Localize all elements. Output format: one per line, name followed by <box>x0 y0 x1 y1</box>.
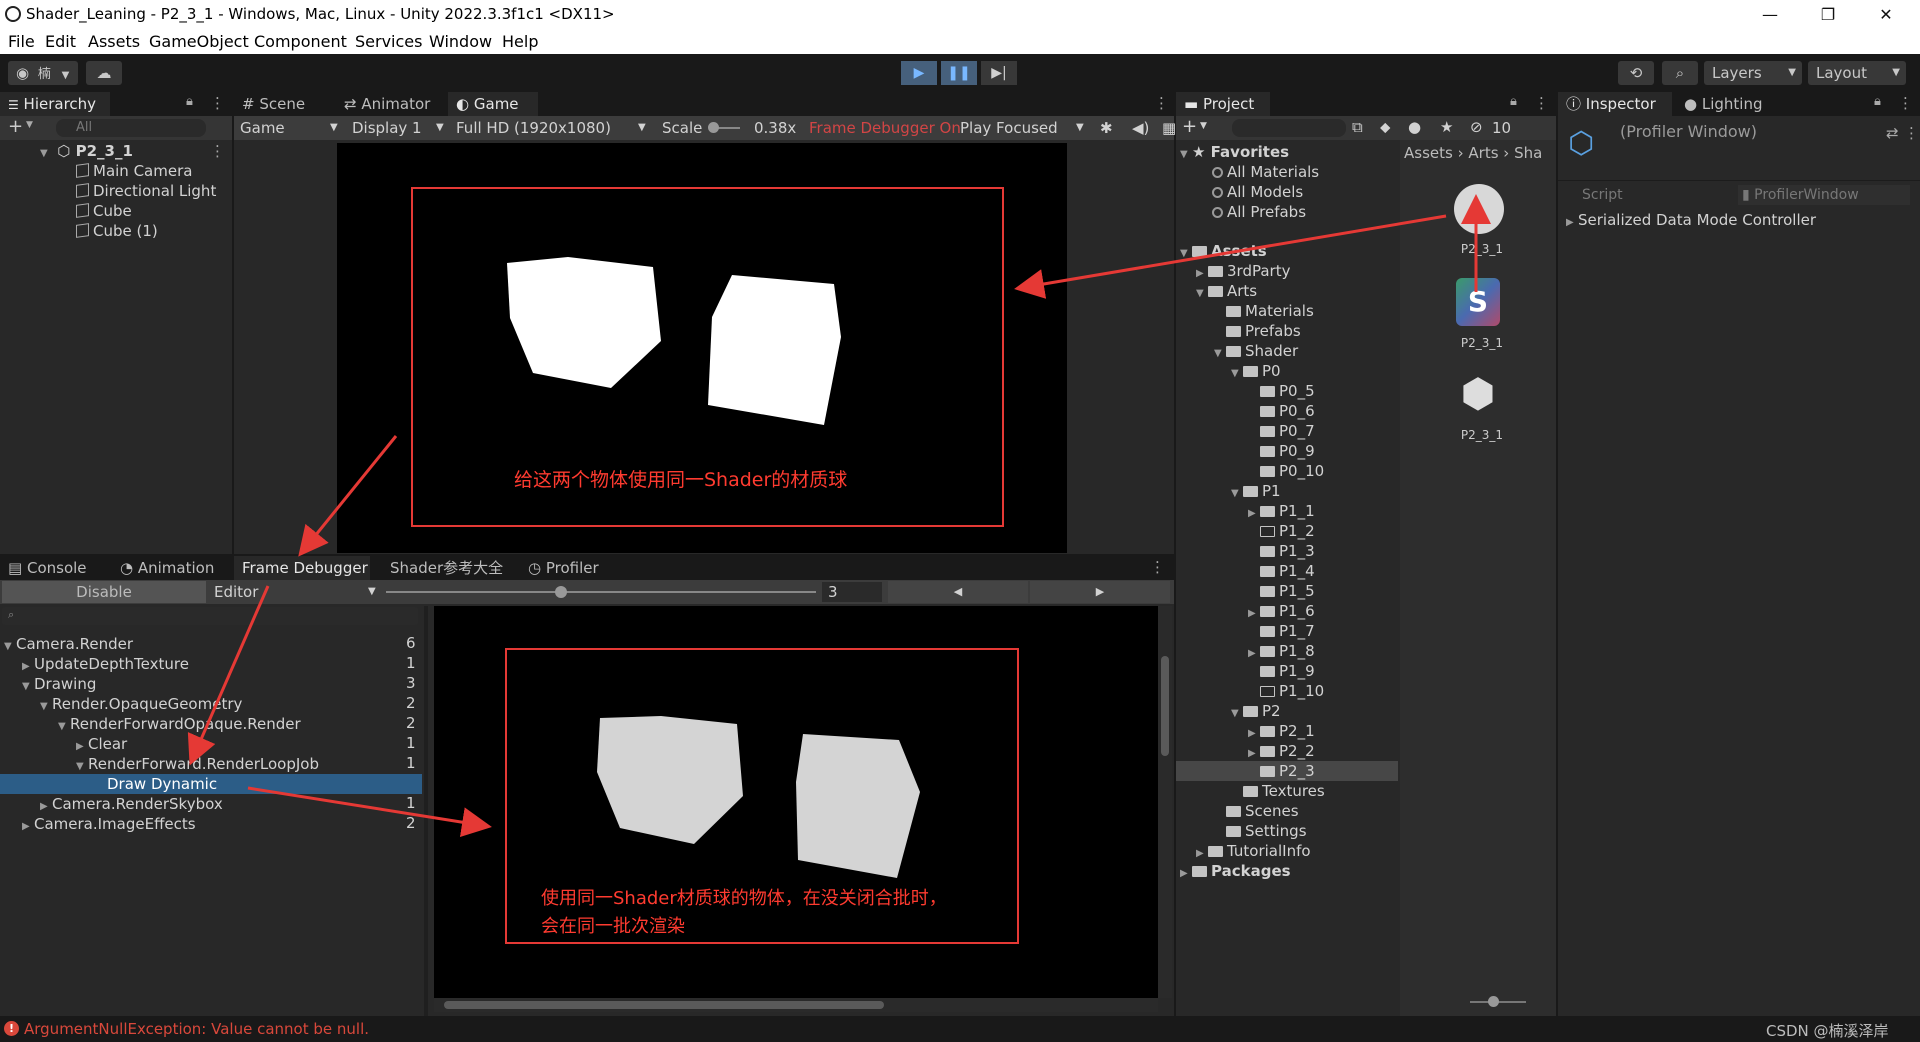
arrow-material-to-game <box>1014 214 1447 299</box>
annotation-arrows <box>187 194 1491 838</box>
arrow-tab-to-event <box>187 585 270 766</box>
arrow-game-to-debugger-tab <box>298 435 398 557</box>
arrow-event-to-preview <box>247 786 492 838</box>
